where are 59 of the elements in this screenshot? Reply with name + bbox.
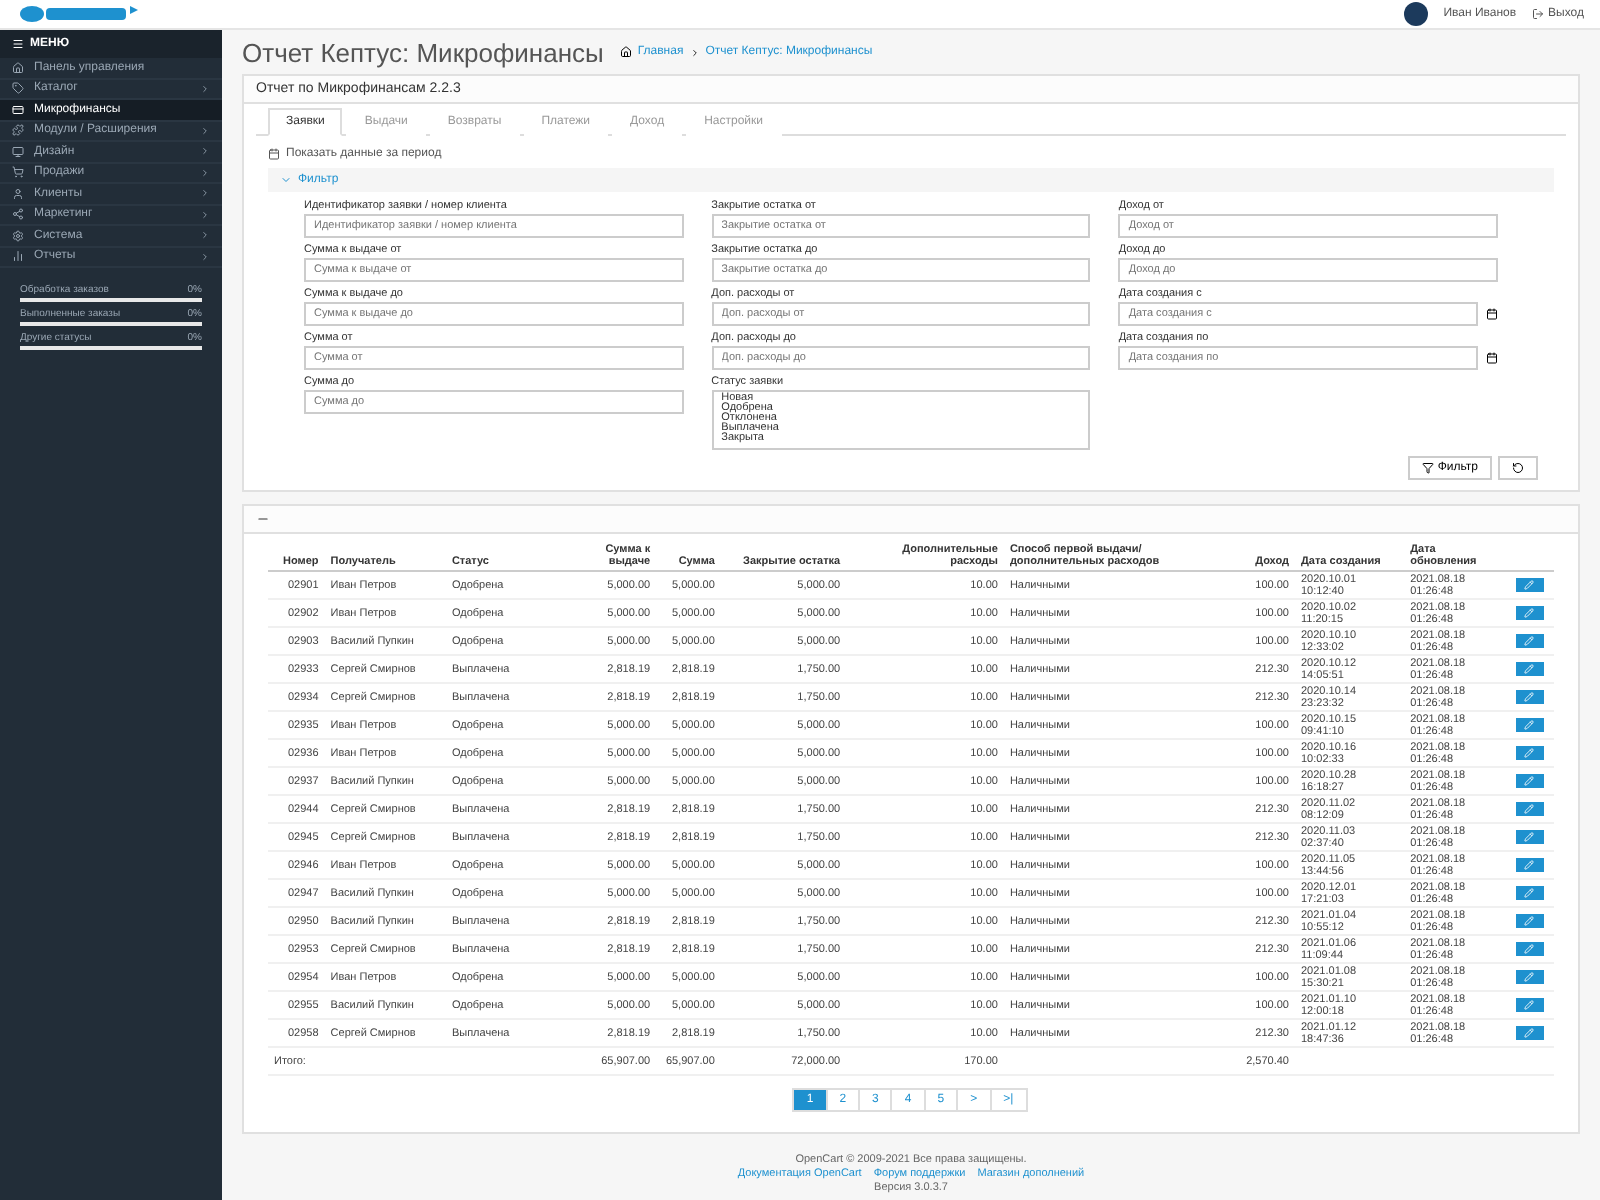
home-icon	[12, 61, 24, 74]
home-icon	[619, 46, 632, 58]
page-title: Отчет Кептус: Микрофинансы	[242, 37, 604, 67]
cart-icon	[12, 166, 24, 179]
share-icon	[12, 208, 24, 221]
edit-button[interactable]	[1515, 745, 1544, 759]
edit-button[interactable]	[1515, 885, 1544, 899]
pencil-icon	[1524, 803, 1535, 813]
puzzle-icon	[12, 124, 24, 137]
filter-icon	[1421, 462, 1434, 474]
edit-button[interactable]	[1515, 857, 1544, 871]
edit-button[interactable]	[1515, 969, 1544, 983]
pencil-icon	[1524, 831, 1535, 841]
edit-button[interactable]	[1515, 801, 1544, 815]
pencil-icon	[1524, 775, 1535, 785]
edit-button[interactable]	[1515, 941, 1544, 955]
pencil-icon	[1524, 579, 1535, 589]
calendar-icon	[268, 148, 280, 160]
pencil-icon	[1524, 635, 1535, 645]
pencil-icon	[1524, 691, 1535, 701]
edit-button[interactable]	[1515, 577, 1544, 591]
edit-button[interactable]	[1515, 829, 1544, 843]
menu-icon	[12, 38, 24, 50]
edit-button[interactable]	[1515, 1025, 1544, 1039]
pencil-icon	[1524, 943, 1535, 953]
pencil-icon	[1524, 719, 1535, 729]
monitor-icon	[12, 145, 24, 158]
pencil-icon	[1524, 859, 1535, 869]
edit-button[interactable]	[1515, 997, 1544, 1011]
pencil-icon	[1524, 999, 1535, 1009]
reset-button[interactable]	[1498, 456, 1538, 480]
edit-button[interactable]	[1515, 913, 1544, 927]
edit-button[interactable]	[1515, 605, 1544, 619]
pencil-icon	[1524, 887, 1535, 897]
logout-icon	[1532, 8, 1545, 20]
credit-card-icon	[12, 103, 24, 116]
user-icon	[12, 187, 24, 200]
pencil-icon	[1524, 607, 1535, 617]
edit-button[interactable]	[1515, 633, 1544, 647]
edit-button[interactable]	[1515, 717, 1544, 731]
pencil-icon	[1524, 663, 1535, 673]
reset-icon	[1512, 462, 1524, 474]
chevron-icon	[689, 47, 700, 57]
edit-button[interactable]	[1515, 689, 1544, 703]
chevron-icon	[200, 83, 210, 94]
pencil-icon	[1524, 915, 1535, 925]
chart-icon	[12, 250, 24, 263]
user-avatar[interactable]	[1403, 2, 1428, 26]
pencil-icon	[1524, 971, 1535, 981]
minus-icon[interactable]	[256, 512, 270, 526]
settings-icon	[12, 229, 24, 242]
pencil-icon	[1524, 747, 1535, 757]
pencil-icon	[1524, 1027, 1535, 1037]
caret-icon	[280, 174, 292, 186]
calendar-icon[interactable]	[1486, 352, 1498, 364]
edit-button[interactable]	[1515, 661, 1544, 675]
tag-icon	[12, 82, 24, 95]
calendar-icon[interactable]	[1486, 308, 1498, 320]
edit-button[interactable]	[1515, 773, 1544, 787]
